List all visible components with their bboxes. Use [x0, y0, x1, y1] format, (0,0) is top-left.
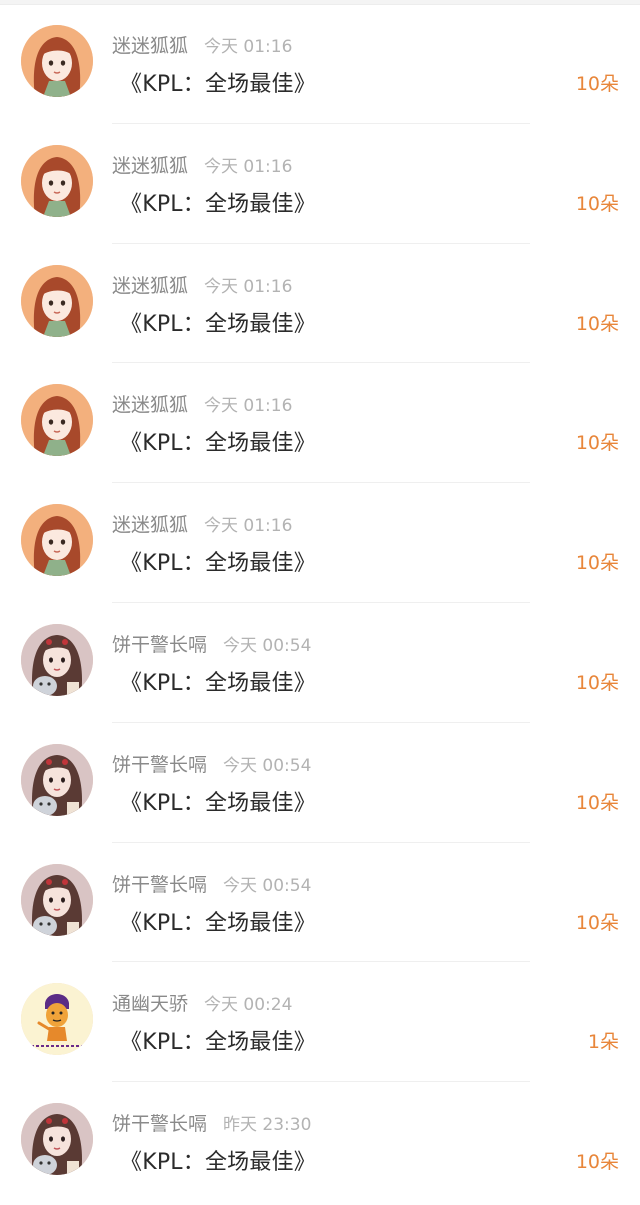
gift-title: 《KPL：全场最佳》 [120, 910, 316, 936]
girl-with-cat-icon [21, 623, 93, 696]
gift-amount: 10朵 [575, 432, 619, 455]
list-item[interactable]: 通幽天骄 今天 00:24 《KPL：全场最佳》 1朵 [0, 962, 640, 1083]
sender-meta: 迷迷狐狐 今天 01:16 [112, 510, 292, 536]
gift-title: 《KPL：全场最佳》 [120, 670, 316, 696]
sender-meta: 迷迷狐狐 今天 01:16 [112, 390, 292, 416]
send-time: 今天 01:16 [204, 276, 293, 297]
avatar[interactable] [21, 25, 93, 97]
girl-with-cat-icon [21, 743, 93, 816]
gift-title: 《KPL：全场最佳》 [120, 311, 316, 337]
red-hair-girl-icon [21, 144, 93, 217]
sender-meta: 饼干警长嗝 昨天 23:30 [112, 1109, 311, 1135]
sender-name[interactable]: 饼干警长嗝 [112, 634, 207, 656]
gift-amount: 10朵 [575, 1151, 619, 1174]
send-time: 今天 00:54 [223, 755, 312, 776]
send-time: 昨天 23:30 [223, 1115, 312, 1136]
sender-meta: 饼干警长嗝 今天 00:54 [112, 870, 311, 896]
gift-amount: 10朵 [575, 73, 619, 95]
gift-amount: 10朵 [575, 791, 619, 814]
list-item[interactable]: 迷迷狐狐 今天 01:16 《KPL：全场最佳》 10朵 [0, 4, 640, 124]
list-item[interactable]: 饼干警长嗝 今天 00:54 《KPL：全场最佳》 10朵 [0, 603, 640, 723]
red-hair-girl-icon [21, 504, 93, 577]
sender-name[interactable]: 迷迷狐狐 [112, 35, 188, 57]
girl-with-cat-icon [21, 863, 93, 936]
sender-meta: 迷迷狐狐 今天 01:16 [112, 151, 292, 177]
avatar[interactable] [21, 384, 93, 457]
list-item[interactable]: 迷迷狐狐 今天 01:16 《KPL：全场最佳》 10朵 [0, 124, 640, 244]
sender-name[interactable]: 迷迷狐狐 [112, 394, 188, 416]
sender-meta: 饼干警长嗝 今天 00:54 [112, 630, 311, 656]
list-item[interactable]: 迷迷狐狐 今天 01:16 《KPL：全场最佳》 10朵 [0, 363, 640, 484]
send-time: 今天 00:24 [204, 995, 293, 1016]
red-hair-girl-icon [21, 264, 93, 337]
gift-title: 《KPL：全场最佳》 [120, 551, 316, 577]
avatar[interactable] [21, 983, 93, 1056]
list-item[interactable]: 迷迷狐狐 今天 01:16 《KPL：全场最佳》 10朵 [0, 244, 640, 364]
list-item[interactable]: 饼干警长嗝 今天 00:54 《KPL：全场最佳》 10朵 [0, 723, 640, 843]
gift-amount: 10朵 [575, 312, 619, 335]
gift-amount: 10朵 [575, 911, 619, 934]
sender-name[interactable]: 迷迷狐狐 [112, 514, 188, 536]
send-time: 今天 01:16 [204, 156, 293, 177]
avatar[interactable] [21, 1103, 93, 1176]
gift-amount: 10朵 [575, 552, 619, 575]
cartoon-meme-icon [21, 983, 93, 1056]
girl-with-cat-icon [21, 1103, 93, 1176]
sender-name[interactable]: 迷迷狐狐 [112, 275, 188, 297]
sender-name[interactable]: 饼干警长嗝 [112, 874, 207, 896]
red-hair-girl-icon [21, 384, 93, 457]
gift-amount: 10朵 [575, 671, 619, 694]
avatar[interactable] [21, 623, 93, 696]
sender-meta: 迷迷狐狐 今天 01:16 [112, 271, 292, 297]
gift-record-list: 迷迷狐狐 今天 01:16 《KPL：全场最佳》 10朵 迷迷狐狐 今天 01:16… [0, 4, 640, 1202]
gift-title: 《KPL：全场最佳》 [120, 1030, 316, 1056]
gift-title: 《KPL：全场最佳》 [120, 790, 316, 816]
send-time: 今天 01:16 [204, 396, 293, 417]
sender-name[interactable]: 饼干警长嗝 [112, 754, 207, 776]
list-item[interactable]: 迷迷狐狐 今天 01:16 《KPL：全场最佳》 10朵 [0, 483, 640, 603]
sender-meta: 迷迷狐狐 今天 01:16 [112, 31, 292, 57]
red-hair-girl-icon [21, 25, 93, 97]
send-time: 今天 01:16 [204, 37, 293, 57]
list-item[interactable]: 饼干警长嗝 今天 00:54 《KPL：全场最佳》 10朵 [0, 843, 640, 963]
sender-meta: 通幽天骄 今天 00:24 [112, 989, 292, 1015]
gift-title: 《KPL：全场最佳》 [120, 1150, 316, 1176]
sender-name[interactable]: 通幽天骄 [112, 993, 188, 1015]
sender-name[interactable]: 饼干警长嗝 [112, 1113, 207, 1135]
gift-amount: 10朵 [575, 192, 619, 215]
list-item[interactable]: 饼干警长嗝 昨天 23:30 《KPL：全场最佳》 10朵 [0, 1082, 640, 1202]
avatar[interactable] [21, 743, 93, 816]
avatar[interactable] [21, 863, 93, 936]
send-time: 今天 00:54 [223, 875, 312, 896]
gift-title: 《KPL：全场最佳》 [120, 72, 316, 97]
sender-meta: 饼干警长嗝 今天 00:54 [112, 750, 311, 776]
send-time: 今天 01:16 [204, 516, 293, 537]
avatar[interactable] [21, 144, 93, 217]
gift-amount: 1朵 [587, 1031, 619, 1054]
avatar[interactable] [21, 264, 93, 337]
sender-name[interactable]: 迷迷狐狐 [112, 155, 188, 177]
avatar[interactable] [21, 504, 93, 577]
gift-title: 《KPL：全场最佳》 [120, 431, 316, 457]
gift-title: 《KPL：全场最佳》 [120, 191, 316, 217]
send-time: 今天 00:54 [223, 635, 312, 656]
